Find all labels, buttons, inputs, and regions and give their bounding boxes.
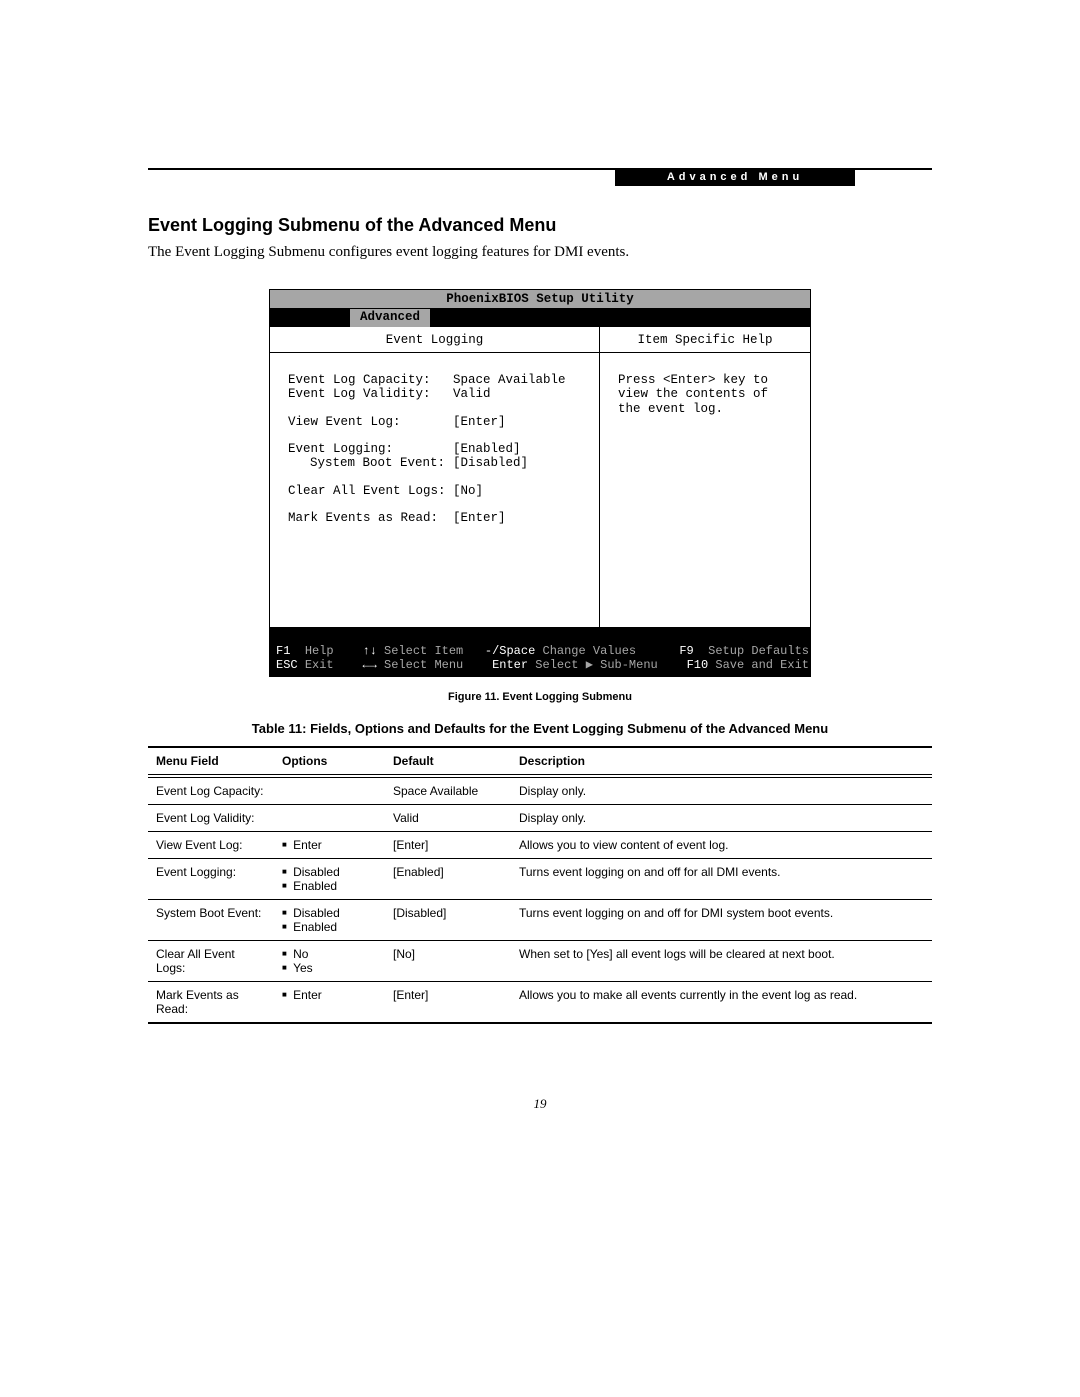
table-cell-options bbox=[274, 804, 385, 831]
table-row: Event Log Validity: ValidDisplay only. bbox=[148, 804, 932, 831]
bios-field-label: System Boot Event: bbox=[288, 456, 453, 470]
table-cell-default: Space Available bbox=[385, 776, 511, 805]
table-cell-options: Enter bbox=[274, 981, 385, 1023]
table-row: Mark Events as Read: Enter [Enter]Allows y… bbox=[148, 981, 932, 1023]
table-cell-field: Mark Events as Read: bbox=[148, 981, 274, 1023]
bios-field-value: Space Available bbox=[453, 373, 566, 387]
table-cell-field: Event Logging: bbox=[148, 858, 274, 899]
bios-field-value: [Enter] bbox=[453, 415, 506, 429]
table-cell-field: Event Log Validity: bbox=[148, 804, 274, 831]
header-tag: Advanced Menu bbox=[615, 168, 855, 186]
table-cell-default: [Disabled] bbox=[385, 899, 511, 940]
table-caption: Table 11: Fields, Options and Defaults f… bbox=[148, 721, 932, 736]
bios-screenshot: PhoenixBIOS Setup Utility Advanced Event… bbox=[269, 289, 811, 677]
table-cell-default: [Enter] bbox=[385, 831, 511, 858]
option-item: Disabled bbox=[282, 906, 377, 920]
option-item: Enter bbox=[282, 988, 377, 1002]
table-row: View Event Log: Enter [Enter]Allows you to… bbox=[148, 831, 932, 858]
table-cell-description: Turns event logging on and off for all D… bbox=[511, 858, 932, 899]
option-item: No bbox=[282, 947, 377, 961]
table-cell-default: [Enabled] bbox=[385, 858, 511, 899]
option-item: Enter bbox=[282, 838, 377, 852]
table-cell-description: Display only. bbox=[511, 776, 932, 805]
table-header: Description bbox=[511, 747, 932, 776]
bios-field-label: View Event Log: bbox=[288, 415, 453, 429]
bios-tab-advanced: Advanced bbox=[350, 309, 430, 327]
option-item: Yes bbox=[282, 961, 377, 975]
figure-caption: Figure 11. Event Logging Submenu bbox=[148, 691, 932, 703]
table-cell-field: System Boot Event: bbox=[148, 899, 274, 940]
bios-help-line: the event log. bbox=[618, 402, 794, 416]
bios-help-line: view the contents of bbox=[618, 387, 794, 401]
bios-field-value: [Enabled] bbox=[453, 442, 521, 456]
bios-right-pane-title: Item Specific Help bbox=[600, 327, 810, 352]
bios-title: PhoenixBIOS Setup Utility bbox=[270, 290, 810, 309]
option-item: Disabled bbox=[282, 865, 377, 879]
bios-field-value: [No] bbox=[453, 484, 483, 498]
table-row: Event Log Capacity: Space AvailableDispla… bbox=[148, 776, 932, 805]
bios-field-label: Clear All Event Logs: bbox=[288, 484, 453, 498]
table-cell-field: Event Log Capacity: bbox=[148, 776, 274, 805]
table-cell-field: Clear All Event Logs: bbox=[148, 940, 274, 981]
table-cell-description: When set to [Yes] all event logs will be… bbox=[511, 940, 932, 981]
table-cell-options: DisabledEnabled bbox=[274, 899, 385, 940]
bios-field-value: [Disabled] bbox=[453, 456, 528, 470]
table-cell-description: Allows you to make all events currently … bbox=[511, 981, 932, 1023]
table-cell-description: Turns event logging on and off for DMI s… bbox=[511, 899, 932, 940]
bios-help-line: Press <Enter> key to bbox=[618, 373, 794, 387]
table-header: Default bbox=[385, 747, 511, 776]
table-cell-description: Allows you to view content of event log. bbox=[511, 831, 932, 858]
bios-help-text: Press <Enter> key to view the contents o… bbox=[600, 353, 810, 416]
section-title: Event Logging Submenu of the Advanced Me… bbox=[148, 215, 932, 236]
table-cell-field: View Event Log: bbox=[148, 831, 274, 858]
page-number: 19 bbox=[534, 1096, 547, 1112]
table-row: Clear All Event Logs:NoYes[No]When set t… bbox=[148, 940, 932, 981]
table-cell-default: [No] bbox=[385, 940, 511, 981]
bios-tab-bar: Advanced bbox=[270, 309, 810, 327]
table-row: System Boot Event:DisabledEnabled[Disabl… bbox=[148, 899, 932, 940]
table-cell-default: Valid bbox=[385, 804, 511, 831]
table-cell-options: Enter bbox=[274, 831, 385, 858]
table-header: Menu Field bbox=[148, 747, 274, 776]
table-cell-default: [Enter] bbox=[385, 981, 511, 1023]
intro-text: The Event Logging Submenu configures eve… bbox=[148, 244, 932, 261]
bios-field-label: Event Log Validity: bbox=[288, 387, 453, 401]
bios-footer: F1 Help ↑↓ Select Item -/Space Change Va… bbox=[270, 628, 810, 675]
bios-field-value: Valid bbox=[453, 387, 491, 401]
table-row: Event Logging:DisabledEnabled[Enabled]Tu… bbox=[148, 858, 932, 899]
table-cell-options bbox=[274, 776, 385, 805]
table-cell-options: NoYes bbox=[274, 940, 385, 981]
option-item: Enabled bbox=[282, 920, 377, 934]
options-table: Menu Field Options Default Description E… bbox=[148, 746, 932, 1024]
table-cell-description: Display only. bbox=[511, 804, 932, 831]
table-header: Options bbox=[274, 747, 385, 776]
bios-left-pane-title: Event Logging bbox=[270, 327, 599, 352]
bios-field-label: Event Log Capacity: bbox=[288, 373, 453, 387]
bios-field-label: Mark Events as Read: bbox=[288, 511, 453, 525]
bios-field-value: [Enter] bbox=[453, 511, 506, 525]
bios-field-label: Event Logging: bbox=[288, 442, 453, 456]
table-cell-options: DisabledEnabled bbox=[274, 858, 385, 899]
table-body: Event Log Capacity: Space AvailableDispla… bbox=[148, 776, 932, 1023]
option-item: Enabled bbox=[282, 879, 377, 893]
